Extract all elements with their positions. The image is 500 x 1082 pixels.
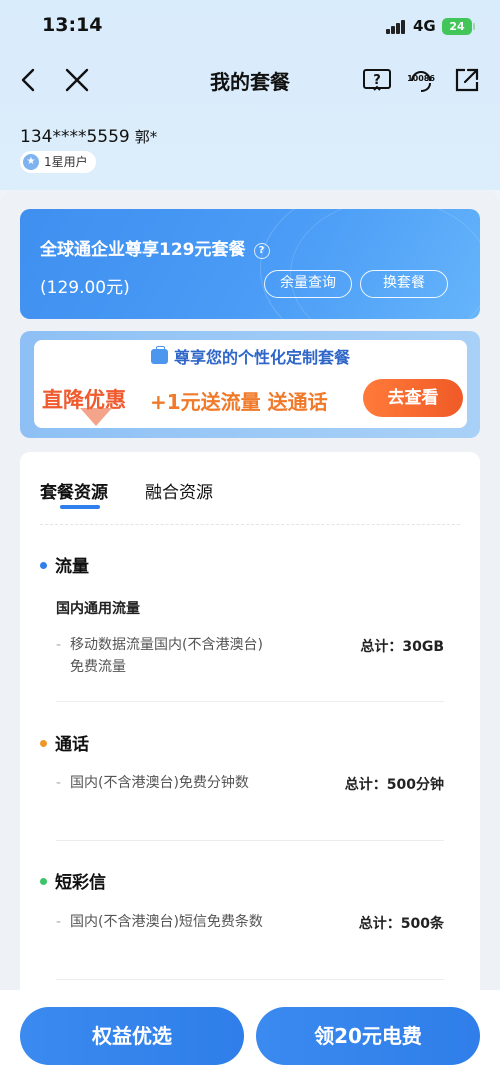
plan-name: 全球通企业尊享129元套餐? (40, 235, 270, 260)
user-level-badge: ★ 1星用户 (20, 151, 96, 173)
svg-text:?: ? (373, 73, 381, 88)
resources-card: 套餐资源 融合资源 流量 国内通用流量 - 移动数据流量国内(不含港澳台)免费流量… (20, 452, 480, 1012)
briefcase-icon (150, 346, 168, 364)
change-plan-button[interactable]: 换套餐 (360, 270, 448, 298)
promo-discount-text: 直降优惠 (42, 388, 126, 412)
data-item-total: 总计：30GB (360, 639, 444, 655)
voice-item-desc-text: 国内(不含港澳台)免费分钟数 (70, 775, 249, 791)
promo-headline-text: 尊享您的个性化定制套餐 (173, 348, 350, 367)
orange-dot-icon (40, 740, 47, 747)
user-phone: 134****5559 (20, 127, 130, 147)
promo-offer-text: +1元送流量 送通话 (150, 390, 328, 414)
promo-headline: 尊享您的个性化定制套餐 (34, 344, 467, 368)
section-sms-label: 短彩信 (55, 873, 106, 893)
sms-item-desc-text: 国内(不含港澳台)短信免费条数 (70, 914, 263, 930)
divider (56, 979, 444, 980)
status-time: 13:14 (42, 14, 103, 36)
signal-icon (386, 20, 406, 34)
go-view-button[interactable]: 去查看 (363, 379, 463, 417)
section-data-title: 流量 (40, 552, 89, 577)
plan-price: (129.00元) (40, 278, 130, 298)
blue-dot-icon (40, 562, 47, 569)
tab-underline (60, 505, 100, 509)
star-icon: ★ (23, 154, 39, 170)
hotline-icon[interactable]: 10086 (406, 65, 436, 95)
battery-cap (473, 23, 475, 30)
section-voice-title: 通话 (40, 730, 89, 755)
question-icon[interactable]: ? (253, 243, 270, 259)
promo-banner[interactable]: 尊享您的个性化定制套餐 直降优惠 +1元送流量 送通话 去查看 (20, 331, 480, 438)
section-sms-title: 短彩信 (40, 868, 106, 893)
user-level: 1星用户 (44, 155, 88, 169)
sms-item-total: 总计：500条 (358, 916, 444, 932)
voice-item-desc: - 国内(不含港澳台)免费分钟数 (56, 775, 249, 791)
sms-item-desc: - 国内(不含港澳台)短信免费条数 (56, 914, 263, 930)
status-bar: 13:14 4G 24 (0, 0, 500, 55)
claim-bill-credit-button[interactable]: 领20元电费 (256, 1007, 480, 1065)
voice-item-total: 总计：500分钟 (344, 777, 444, 793)
section-data-subtitle: 国内通用流量 (56, 601, 140, 617)
help-book-icon[interactable]: ? (362, 65, 392, 95)
decor-wave (290, 209, 480, 319)
section-voice-label: 通话 (55, 735, 89, 755)
divider (56, 701, 444, 702)
divider (56, 840, 444, 841)
promo-inner: 尊享您的个性化定制套餐 直降优惠 +1元送流量 送通话 去查看 (34, 340, 467, 428)
green-dot-icon (40, 878, 47, 885)
data-item-desc: - 移动数据流量国内(不含港澳台)免费流量 (56, 637, 263, 675)
section-data-label: 流量 (55, 557, 89, 577)
data-item-desc-text: 移动数据流量国内(不含港澳台)免费流量 (70, 637, 263, 675)
hotline-number: 10086 (407, 74, 435, 83)
nav-bar: 我的套餐 ? 10086 (0, 55, 500, 105)
tab-bundle-resources[interactable]: 融合资源 (145, 478, 213, 503)
share-icon[interactable] (452, 65, 482, 95)
battery-icon: 24 (442, 18, 472, 35)
benefits-button[interactable]: 权益优选 (20, 1007, 244, 1065)
user-info: 134****5559 郭* (20, 126, 157, 147)
balance-query-button[interactable]: 余量查询 (264, 270, 352, 298)
tab-plan-resources[interactable]: 套餐资源 (40, 478, 108, 503)
plan-name-text: 全球通企业尊享129元套餐 (40, 240, 246, 260)
user-name: 郭* (134, 128, 158, 146)
divider (40, 524, 460, 525)
plan-card: 全球通企业尊享129元套餐? (129.00元) 余量查询 换套餐 (20, 209, 480, 319)
network-type: 4G (413, 17, 436, 35)
